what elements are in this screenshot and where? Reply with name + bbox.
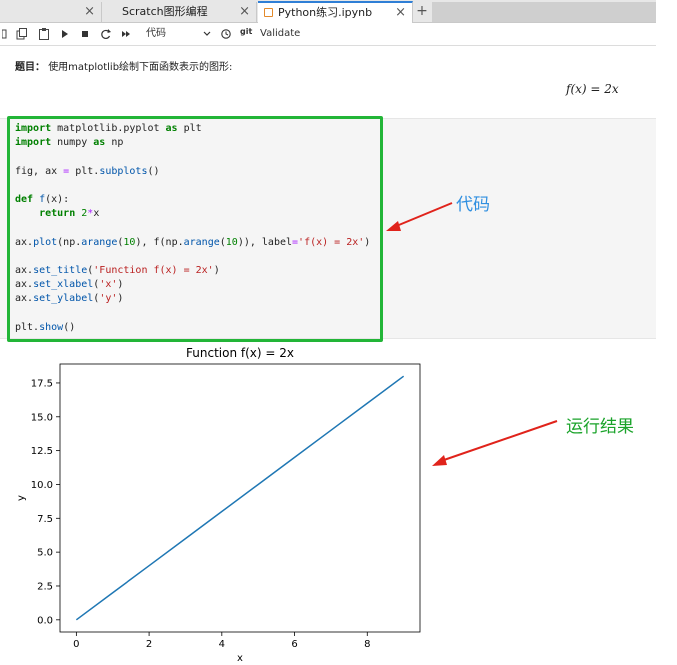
- left-partial-icon: [1, 26, 12, 42]
- close-icon[interactable]: ×: [84, 2, 95, 22]
- x-tick-label: 2: [146, 639, 152, 650]
- series-line: [75, 375, 405, 621]
- clock-icon[interactable]: [220, 26, 232, 42]
- tab-bar: × Scratch图形编程 × Python练习.ipynb × +: [0, 0, 656, 23]
- cell-type-value: 代码: [146, 28, 166, 39]
- tab-scratch[interactable]: Scratch图形编程 ×: [102, 2, 257, 22]
- question-text: 使用matplotlib绘制下面函数表示的图形:: [48, 62, 233, 73]
- notebook-toolbar: 代码 git Validate: [0, 23, 656, 46]
- chart-title: Function f(x) = 2x: [186, 346, 294, 360]
- formula: f(x) = 2x: [566, 82, 619, 96]
- close-icon[interactable]: ×: [395, 3, 406, 23]
- x-axis-label: x: [237, 653, 243, 664]
- x-tick-label: 0: [73, 639, 79, 650]
- paste-icon[interactable]: [38, 26, 50, 42]
- git-button[interactable]: git: [240, 24, 252, 40]
- y-tick-label: 2.5: [37, 581, 53, 592]
- copy-icon[interactable]: [16, 26, 28, 42]
- tab-python-notebook[interactable]: Python练习.ipynb ×: [258, 1, 413, 23]
- y-tick-label: 5.0: [37, 548, 53, 559]
- result-annotation-arrow: [432, 420, 558, 466]
- tab-label: Scratch图形编程: [122, 5, 208, 18]
- restart-icon[interactable]: [100, 26, 112, 42]
- y-tick-label: 10.0: [31, 480, 53, 491]
- validate-button[interactable]: Validate: [260, 26, 300, 42]
- fast-forward-icon[interactable]: [121, 26, 133, 42]
- y-tick-label: 17.5: [31, 378, 53, 389]
- y-tick-label: 15.0: [31, 412, 53, 423]
- x-tick-label: 8: [364, 639, 370, 650]
- code-annotation-label: 代码: [456, 195, 490, 215]
- stop-icon[interactable]: [80, 26, 90, 42]
- chevron-down-icon[interactable]: [202, 26, 212, 42]
- run-icon[interactable]: [60, 26, 70, 42]
- tab-bar-empty: [432, 2, 656, 22]
- tab-label: Python练习.ipynb: [278, 6, 373, 19]
- code-annotation-arrow: [386, 202, 453, 231]
- y-tick-label: 7.5: [37, 514, 53, 525]
- y-axis-label: y: [16, 495, 27, 501]
- markdown-cell: 题目： 使用matplotlib绘制下面函数表示的图形:: [15, 58, 232, 73]
- y-tick-label: 12.5: [31, 446, 53, 457]
- result-annotation-label: 运行结果: [566, 417, 634, 437]
- notebook-icon: [264, 8, 273, 17]
- tab-untitled[interactable]: ×: [0, 2, 102, 22]
- x-tick-label: 4: [219, 639, 225, 650]
- x-tick-label: 6: [291, 639, 297, 650]
- question-prefix: 题目：: [15, 62, 45, 73]
- add-tab-button[interactable]: +: [414, 3, 430, 19]
- output-plot: Function f(x) = 2x 0 2 4 6 8 0.0 2.5 5.0 7.5 10.0 1…: [16, 346, 421, 664]
- y-tick-label: 0.0: [37, 615, 53, 626]
- cell-type-select[interactable]: 代码: [146, 26, 206, 42]
- code-highlight-box: [7, 116, 383, 342]
- close-icon[interactable]: ×: [239, 2, 250, 22]
